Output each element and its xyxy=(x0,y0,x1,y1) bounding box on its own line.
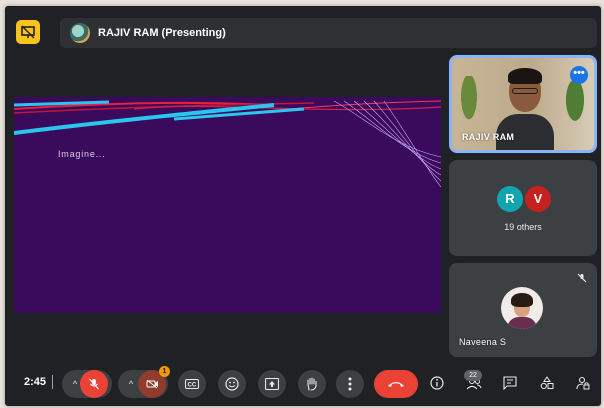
participant-tile-naveena[interactable]: Naveena S xyxy=(449,263,597,357)
avatar: R xyxy=(497,186,523,212)
phone-hangup-icon xyxy=(388,382,404,387)
present-now-button[interactable] xyxy=(258,370,286,398)
camera-off-icon xyxy=(146,379,158,389)
chat-icon xyxy=(503,376,517,391)
plant-decoration xyxy=(562,80,588,130)
presenter-title: RAJIV RAM (Presenting) xyxy=(98,27,226,39)
presenter-bar: RAJIV RAM (Presenting) xyxy=(60,18,597,48)
others-count: 19 others xyxy=(504,222,542,232)
info-icon xyxy=(430,376,444,390)
mic-off-icon xyxy=(89,378,99,390)
avatar xyxy=(501,287,543,329)
info-button[interactable] xyxy=(430,376,444,392)
more-options-icon[interactable]: ••• xyxy=(570,66,588,84)
host-controls-button[interactable] xyxy=(576,376,590,392)
notification-badge: 1 xyxy=(159,366,170,377)
emoji-icon xyxy=(225,377,239,391)
more-options-button[interactable] xyxy=(336,370,364,398)
slide-caption: Imagine... xyxy=(58,149,106,159)
mic-toggle-button[interactable] xyxy=(80,370,108,398)
chevron-up-icon[interactable]: ^ xyxy=(129,379,133,389)
meeting-toolbar: 2:45 ^ ^ 1 CC 22 xyxy=(0,362,604,406)
participant-hair xyxy=(508,68,542,84)
chevron-up-icon[interactable]: ^ xyxy=(73,379,77,389)
participant-name: RAJIV RAM xyxy=(462,132,515,142)
presenter-avatar xyxy=(70,23,90,43)
svg-text:CC: CC xyxy=(188,383,197,389)
more-vert-icon xyxy=(348,377,352,391)
people-count-badge: 22 xyxy=(464,370,482,381)
mic-off-icon xyxy=(577,273,587,286)
presentation-icon[interactable] xyxy=(16,20,40,44)
captions-icon: CC xyxy=(185,379,199,389)
raise-hand-button[interactable] xyxy=(298,370,326,398)
participant-name: Naveena S xyxy=(459,337,507,347)
glasses xyxy=(512,88,538,94)
participant-tile-presenter[interactable]: ••• RAJIV RAM xyxy=(449,55,597,153)
end-call-button[interactable] xyxy=(374,370,418,398)
people-button[interactable]: 22 xyxy=(464,370,482,392)
reactions-button[interactable] xyxy=(218,370,246,398)
camera-toggle-button[interactable]: 1 xyxy=(138,366,170,398)
lock-person-icon xyxy=(576,376,590,390)
chat-button[interactable] xyxy=(503,376,517,392)
avatar-group: R V xyxy=(497,186,551,212)
shapes-icon xyxy=(540,376,554,390)
plant-decoration xyxy=(458,76,480,128)
meeting-clock: 2:45 xyxy=(24,376,47,388)
present-screen-icon xyxy=(265,378,279,390)
avatar: V xyxy=(525,186,551,212)
participant-tile-others[interactable]: R V 19 others xyxy=(449,160,597,256)
captions-button[interactable]: CC xyxy=(178,370,206,398)
hand-icon xyxy=(307,377,317,391)
shared-screen: Imagine... xyxy=(14,97,441,313)
activities-button[interactable] xyxy=(540,376,554,392)
divider xyxy=(52,375,53,389)
slide-decoration xyxy=(14,100,441,188)
